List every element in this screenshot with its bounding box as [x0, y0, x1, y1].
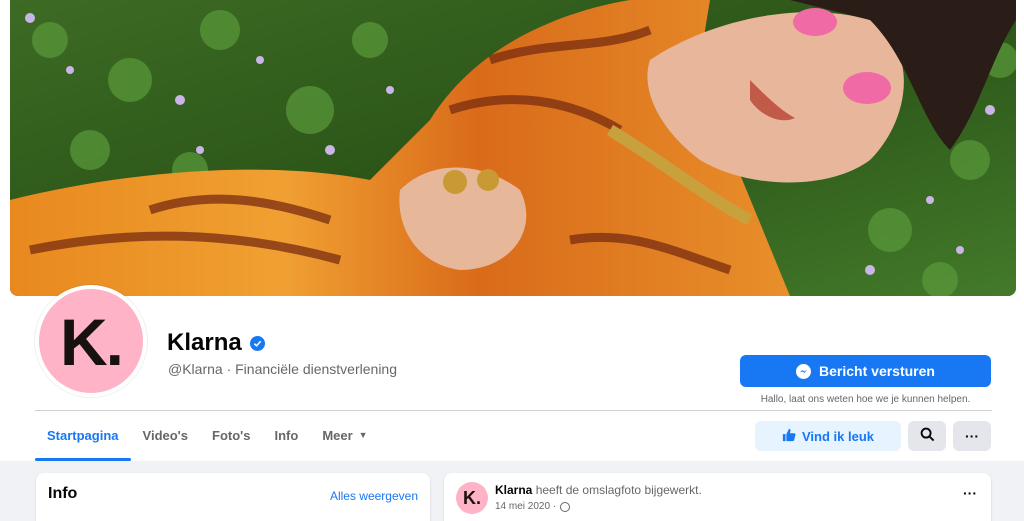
post-header: Klarna heeft de omslagfoto bijgewerkt. — [495, 483, 702, 497]
page-subtitle: @Klarna · Financiële dienstverlening — [168, 361, 397, 377]
tab-videos[interactable]: Video's — [131, 411, 200, 459]
see-all-link[interactable]: Alles weergeven — [330, 489, 418, 503]
post-timestamp: 14 mei 2020 · — [495, 501, 571, 512]
more-options-button[interactable]: ··· — [953, 421, 991, 451]
page-header: K. Klarna @Klarna · Financiële dienstver… — [0, 0, 1024, 461]
page-title: Klarna — [167, 329, 242, 356]
post-avatar-mark: K. — [463, 487, 481, 508]
send-message-button[interactable]: Bericht versturen — [740, 355, 991, 387]
thumbs-up-icon — [782, 428, 796, 445]
search-button[interactable] — [908, 421, 946, 451]
tab-home[interactable]: Startpagina — [35, 411, 131, 461]
search-icon — [920, 427, 935, 445]
info-card-title: Info — [48, 485, 78, 502]
cover-photo[interactable] — [10, 0, 1016, 296]
post-action: heeft de omslagfoto bijgewerkt. — [535, 483, 702, 497]
like-page-button[interactable]: Vind ik leuk — [755, 421, 901, 451]
post-card: K. Klarna heeft de omslagfoto bijgewerkt… — [444, 473, 991, 521]
tab-info[interactable]: Info — [262, 411, 310, 459]
info-card: Info Alles weergeven — [36, 473, 430, 521]
post-author-avatar[interactable]: K. — [456, 482, 488, 514]
page-title-row: Klarna — [167, 329, 265, 357]
tab-more[interactable]: Meer ▼ — [310, 411, 379, 459]
globe-icon — [560, 501, 571, 512]
verified-badge-icon — [249, 335, 265, 351]
page-tabs: Startpagina Video's Foto's Info Meer ▼ — [35, 411, 380, 461]
like-label: Vind ik leuk — [801, 428, 874, 444]
avatar-logo-mark: K. — [60, 305, 124, 379]
cover-image — [10, 0, 1016, 296]
caret-down-icon: ▼ — [358, 430, 368, 440]
message-hint: Hallo, laat ons weten hoe we je kunnen h… — [760, 394, 971, 405]
post-date[interactable]: 14 mei 2020 · — [495, 501, 556, 512]
profile-avatar[interactable]: K. — [35, 285, 147, 397]
more-dots-icon: ··· — [965, 428, 979, 444]
messenger-icon — [796, 363, 812, 379]
tab-photos[interactable]: Foto's — [200, 411, 262, 459]
post-options-icon[interactable]: ··· — [963, 485, 977, 501]
post-author[interactable]: Klarna — [495, 483, 532, 497]
send-message-label: Bericht versturen — [819, 363, 935, 379]
